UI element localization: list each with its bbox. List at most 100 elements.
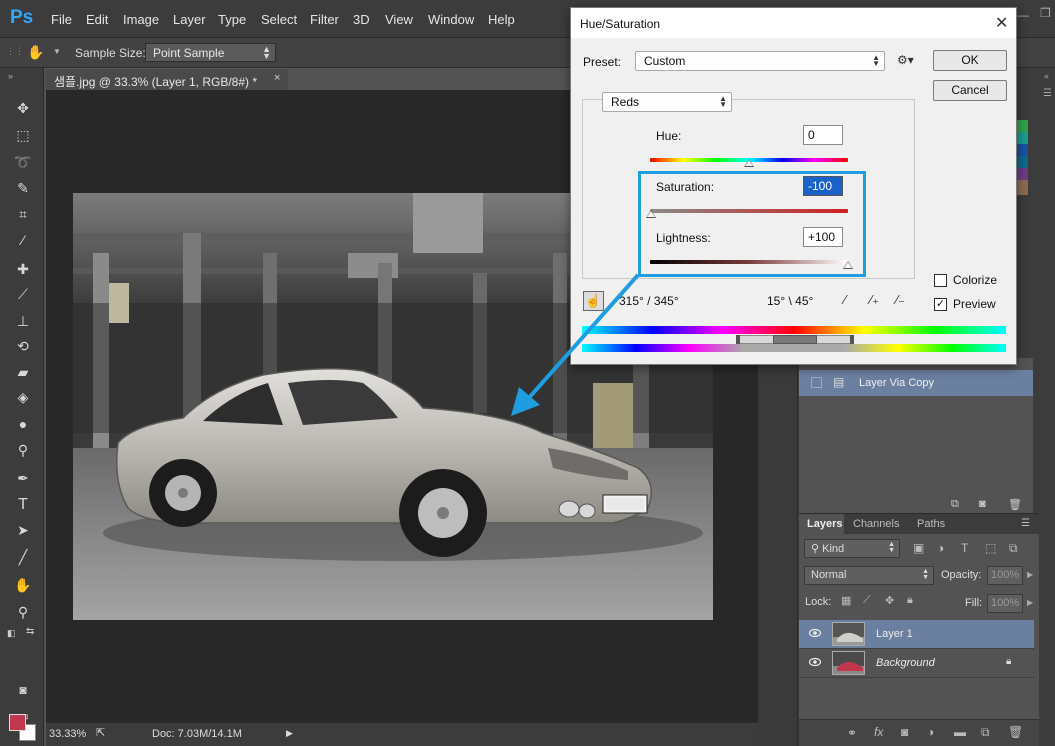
range-slider-handle-right[interactable] [850,335,854,344]
tab-paths[interactable]: Paths [917,518,945,530]
add-mask-icon[interactable]: ◙ [901,725,908,739]
menu-image[interactable]: Image [123,12,159,27]
opacity-arrow-icon[interactable]: ▶ [1027,570,1033,579]
menu-view[interactable]: View [385,12,413,27]
document-tab[interactable]: 샘플.jpg @ 33.3% (Layer 1, RGB/8#) * × [46,68,288,90]
menu-3d[interactable]: 3D [353,12,370,27]
layer-name[interactable]: Layer 1 [876,628,913,640]
panel-menu-icon[interactable]: ☰ [1043,88,1052,99]
colorize-checkbox[interactable] [934,274,947,287]
hue-input[interactable]: 0 [803,125,843,145]
fill-arrow-icon[interactable]: ▶ [1027,598,1033,607]
new-document-from-state-icon[interactable]: ⧉ [951,498,959,511]
menu-help[interactable]: Help [488,12,515,27]
panel-menu-icon[interactable]: ☰ [1021,518,1030,529]
preview-checkbox[interactable]: ✓ [934,298,947,311]
zoom-tool-icon[interactable]: ⚲ [12,602,34,622]
opacity-field[interactable]: 100% [987,566,1023,585]
filter-type-icon[interactable]: T [961,541,968,555]
trash-icon[interactable]: 🗑 [1008,498,1022,511]
ok-button[interactable]: OK [933,50,1007,71]
blend-mode-select[interactable]: Normal ▲ ▼ [804,566,934,585]
hand-tool-icon[interactable]: ✋ [27,44,44,61]
hand-tool-icon[interactable]: ✋ [12,575,34,595]
lock-image-icon[interactable]: ⟋ [863,594,871,607]
visibility-eye-icon[interactable] [809,657,821,667]
menu-filter[interactable]: Filter [310,12,339,27]
window-restore-icon[interactable]: ❐ [1040,6,1051,20]
history-snapshot-box[interactable] [811,377,822,388]
pen-tool-icon[interactable]: ✒ [12,468,34,488]
filter-adjustment-icon[interactable]: ◑ [937,541,944,555]
menu-window[interactable]: Window [428,12,474,27]
filter-kind-select[interactable]: ⚲ Kind ▲ ▼ [804,539,900,558]
swatches-strip[interactable] [1016,120,1028,195]
blur-tool-icon[interactable]: ● [12,414,34,434]
eraser-tool-icon[interactable]: ▰ [12,362,34,382]
healing-brush-tool-icon[interactable]: ✚ [12,259,34,279]
filter-shape-icon[interactable]: ⬚ [985,541,996,555]
range-slider-center[interactable] [773,335,817,344]
dodge-tool-icon[interactable]: ⚲ [12,440,34,460]
filter-pixel-icon[interactable]: ▣ [913,541,924,555]
close-tab-icon[interactable]: × [274,72,280,84]
layer-row-layer-1[interactable]: Layer 1 [799,620,1034,649]
menu-select[interactable]: Select [261,12,297,27]
gear-icon[interactable]: ⚙▾ [897,53,914,67]
layer-name[interactable]: Background [876,657,935,669]
swap-colors-icon[interactable]: ⇆ [26,626,34,637]
collapse-panel-icon[interactable]: » [8,71,13,81]
type-tool-icon[interactable]: T [12,495,34,515]
history-item[interactable]: ▤ Layer Via Copy [799,370,1033,396]
share-icon[interactable]: ⇱ [96,726,105,739]
camera-icon[interactable]: ◙ [979,498,986,510]
lasso-tool-icon[interactable]: ➰ [12,152,34,172]
marquee-tool-icon[interactable]: ⬚ [12,125,34,145]
menu-layer[interactable]: Layer [173,12,206,27]
lock-all-icon[interactable]: 🔒︎ [907,594,913,607]
trash-icon[interactable]: 🗑 [1008,725,1023,739]
status-menu-arrow-icon[interactable]: ▶ [286,728,293,739]
close-icon[interactable]: ✕ [995,13,1008,33]
quick-mask-icon[interactable]: ◙ [12,680,34,700]
layer-style-fx-icon[interactable]: fx [874,725,883,739]
range-slider-handle-left[interactable] [736,335,740,344]
chevron-down-icon[interactable]: ▼ [53,47,61,56]
clone-stamp-tool-icon[interactable]: ⊥ [12,311,34,331]
quick-select-tool-icon[interactable]: ✎ [12,178,34,198]
hue-slider-handle[interactable] [744,159,754,167]
preset-select[interactable]: Custom ▲ ▼ [635,51,885,71]
colorize-label[interactable]: Colorize [953,273,997,287]
channel-select[interactable]: Reds ▲ ▼ [602,92,732,112]
line-tool-icon[interactable]: ╱ [12,547,34,567]
new-group-icon[interactable]: ▬ [954,725,966,739]
menu-type[interactable]: Type [218,12,246,27]
menu-edit[interactable]: Edit [86,12,108,27]
adjustment-layer-icon[interactable]: ◑ [927,725,934,739]
lock-position-icon[interactable]: ✥ [885,594,894,607]
new-layer-icon[interactable]: ⧉ [981,725,990,740]
tab-channels[interactable]: Channels [853,518,899,530]
sample-size-select[interactable]: Point Sample ▲ ▼ [145,43,276,62]
move-tool-icon[interactable]: ✥ [12,98,34,118]
zoom-level[interactable]: 33.33% [49,728,86,740]
eyedropper-plus-icon[interactable]: ⁄₊ [870,292,886,308]
menu-file[interactable]: File [51,12,72,27]
fill-field[interactable]: 100% [987,594,1023,613]
filter-smart-object-icon[interactable]: ⧉ [1009,541,1018,556]
cancel-button[interactable]: Cancel [933,80,1007,101]
crop-tool-icon[interactable]: ⌗ [12,204,34,224]
eyedropper-minus-icon[interactable]: ⁄₋ [896,292,912,308]
collapse-panel-icon[interactable]: « [1044,71,1049,81]
foreground-color-swatch[interactable] [9,714,26,731]
default-colors-icon[interactable]: ◧ [7,628,16,639]
paint-bucket-tool-icon[interactable]: ◈ [12,387,34,407]
eyedropper-tool-icon[interactable]: ⁄ [12,230,34,250]
history-brush-tool-icon[interactable]: ⟲ [12,336,34,356]
layer-row-background[interactable]: Background 🔒︎ [799,649,1034,678]
path-selection-tool-icon[interactable]: ➤ [12,520,34,540]
targeted-adjustment-tool-icon[interactable]: ☝ [583,291,604,311]
tab-layers[interactable]: Layers [807,518,842,530]
preview-label[interactable]: Preview [953,297,996,311]
eyedropper-icon[interactable]: ⁄ [844,292,860,308]
